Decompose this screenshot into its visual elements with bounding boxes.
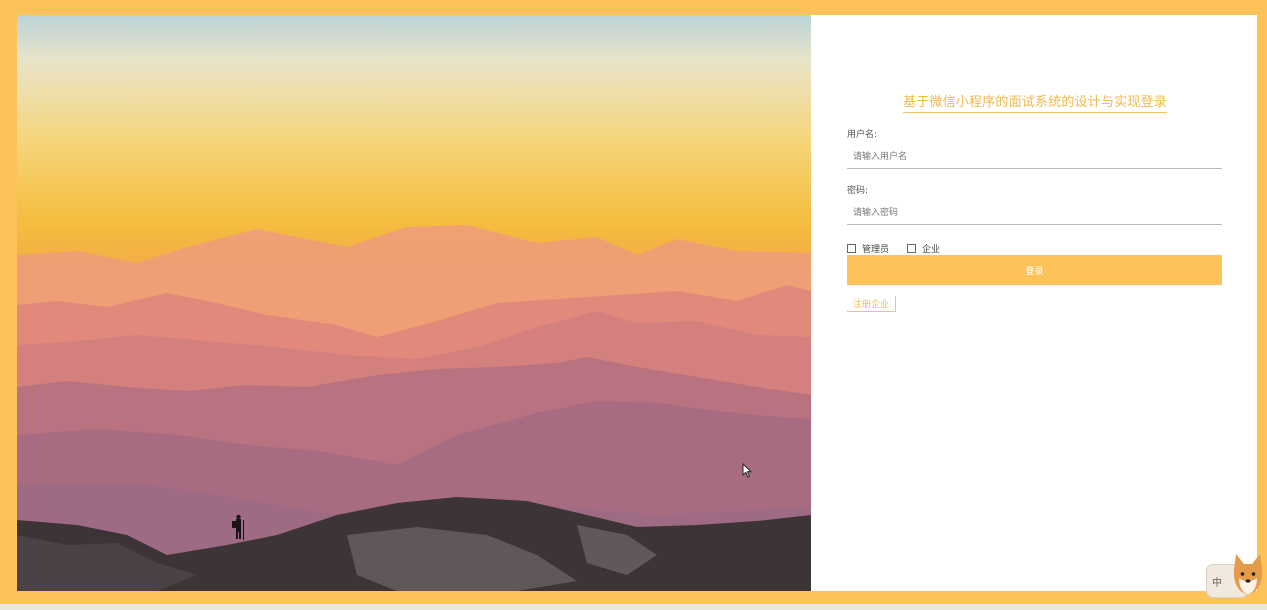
hero-image — [17, 15, 811, 591]
username-label: 用户名: — [847, 130, 878, 140]
mountain-sunset-illustration — [17, 15, 811, 591]
shiba-dog-icon — [1233, 554, 1263, 594]
taskbar-strip — [0, 604, 1267, 610]
corner-badge[interactable]: 中 — [1206, 548, 1264, 598]
role-selector: 管理员 企业 — [847, 242, 958, 255]
admin-checkbox[interactable] — [847, 243, 856, 253]
role-option-admin[interactable]: 管理员 — [847, 242, 889, 255]
enterprise-checkbox[interactable] — [907, 243, 917, 253]
role-label-admin: 管理员 — [862, 244, 890, 255]
login-title: 基于微信小程序的面试系统的设计与实现登录 — [903, 91, 1168, 113]
login-panel: 基于微信小程序的面试系统的设计与实现登录 用户名: 密码: 管理员 企业 登录 … — [811, 15, 1257, 591]
register-enterprise-link[interactable]: 注册企业 — [847, 296, 897, 312]
username-input[interactable] — [847, 145, 1222, 169]
password-label: 密码: — [847, 186, 869, 196]
role-option-enterprise[interactable]: 企业 — [907, 242, 940, 255]
badge-text: 中 — [1212, 578, 1222, 589]
login-button[interactable]: 登录 — [847, 255, 1222, 285]
password-input[interactable] — [847, 201, 1222, 225]
role-label-enterprise: 企业 — [922, 244, 941, 255]
login-page: 基于微信小程序的面试系统的设计与实现登录 用户名: 密码: 管理员 企业 登录 … — [17, 15, 1257, 591]
mouse-cursor-icon — [742, 463, 752, 478]
